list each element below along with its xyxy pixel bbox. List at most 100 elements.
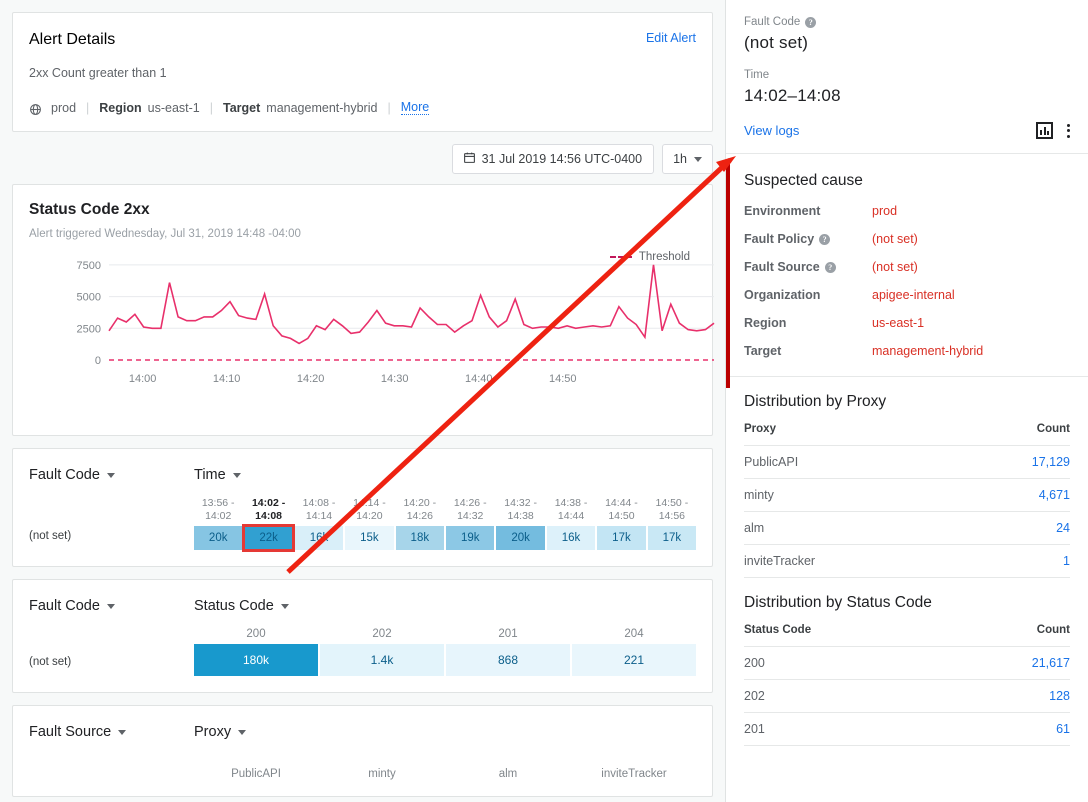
fault-source-proxy-panel: Fault Source Proxy PublicAPImintyalminvi…	[12, 705, 713, 797]
fault-proxy-dimension-selectors: Fault Source Proxy	[29, 724, 696, 740]
heatmap-column-header: 13:56 -14:02	[194, 497, 242, 526]
row-name: 202	[744, 680, 952, 713]
column-header-count: Count	[956, 423, 1070, 446]
heatmap-column-header: 14:44 -14:50	[597, 497, 645, 526]
heatmap-cell[interactable]: 20k	[496, 526, 544, 550]
chevron-down-icon	[694, 157, 702, 162]
suspected-cause-row: Targetmanagement-hybrid	[744, 344, 1070, 358]
heatmap-cell[interactable]: 18k	[396, 526, 444, 550]
date-picker-button[interactable]: 31 Jul 2019 14:56 UTC-0400	[452, 144, 655, 174]
sidebar-summary: Fault Code ? (not set) Time 14:02–14:08 …	[726, 0, 1088, 154]
svg-text:14:50: 14:50	[549, 373, 577, 385]
heatmap-column-header: 14:38 -14:44	[547, 497, 595, 526]
heatmap-grid: 13:56 -14:0214:02 -14:0814:08 -14:1414:1…	[194, 497, 696, 550]
meta-divider-3: |	[387, 101, 390, 115]
row-count[interactable]: 128	[952, 680, 1070, 713]
time-range-select[interactable]: 1h	[662, 144, 713, 174]
dimension-label: Time	[194, 467, 226, 483]
sidebar-icon-buttons	[1036, 122, 1070, 139]
heatmap-column-headers: 13:56 -14:0214:02 -14:0814:08 -14:1414:1…	[194, 497, 696, 526]
heatmap-column-header: alm	[446, 768, 570, 780]
heatmap-column-header: 200	[194, 628, 318, 644]
heatmap-cell[interactable]: 1.4k	[320, 644, 444, 676]
dimension-select-time[interactable]: Time	[194, 467, 241, 483]
dimension-label: Proxy	[194, 724, 231, 740]
chart-title: Status Code 2xx	[29, 201, 696, 219]
time-range-value: 1h	[673, 152, 687, 166]
help-circle-icon[interactable]: ?	[805, 17, 816, 28]
dimension-label: Fault Code	[29, 598, 100, 614]
column-header-status-code: Status Code	[744, 624, 952, 647]
view-logs-link[interactable]: View logs	[744, 123, 799, 138]
heatmap-column-headers: PublicAPImintyalminviteTracker	[194, 768, 696, 780]
main-content: Alert Details Edit Alert 2xx Count great…	[0, 0, 725, 802]
suspected-cause-value: (not set)	[872, 260, 918, 274]
heatmap-cell[interactable]: 16k	[547, 526, 595, 550]
heatmap-cell[interactable]: 16k	[295, 526, 343, 550]
dimension-select-proxy[interactable]: Proxy	[194, 724, 246, 740]
table-row: 202128	[744, 680, 1070, 713]
dimension-select-status-code[interactable]: Status Code	[194, 598, 289, 614]
dimension-select-fault-source[interactable]: Fault Source	[29, 724, 194, 740]
heatmap-column-header: 202	[320, 628, 444, 644]
alert-condition-text: 2xx Count greater than 1	[29, 66, 696, 80]
heatmap-column-header: minty	[320, 768, 444, 780]
heatmap-cell[interactable]: 868	[446, 644, 570, 676]
row-count[interactable]: 1	[956, 545, 1070, 578]
svg-text:2500: 2500	[77, 323, 101, 335]
suspected-cause-row: Organizationapigee-internal	[744, 288, 1070, 302]
heatmap-cell[interactable]: 180k	[194, 644, 318, 676]
heatmap-column-headers: 200202201204	[194, 628, 696, 644]
row-count[interactable]: 17,129	[956, 446, 1070, 479]
heatmap-column-header: 14:26 -14:32	[446, 497, 494, 526]
heatmap-row-label: (not set)	[29, 656, 194, 676]
edit-alert-link[interactable]: Edit Alert	[646, 31, 696, 45]
chevron-down-icon	[233, 473, 241, 478]
suspected-cause-value: (not set)	[872, 232, 918, 246]
chevron-down-icon	[118, 730, 126, 735]
time-value: 14:02–14:08	[744, 86, 1070, 106]
help-circle-icon[interactable]: ?	[819, 234, 830, 245]
heatmap-cell[interactable]: 22k	[244, 526, 292, 550]
fault-code-time-panel: Fault Code Time (not set) 13:56 -14:0214…	[12, 448, 713, 567]
column-header-proxy: Proxy	[744, 423, 956, 446]
svg-text:14:30: 14:30	[381, 373, 409, 385]
distribution-status-title: Distribution by Status Code	[744, 594, 1070, 612]
table-row: alm24	[744, 512, 1070, 545]
more-link[interactable]: More	[401, 100, 429, 115]
fault-time-heatmap: (not set) 13:56 -14:0214:02 -14:0814:08 …	[29, 497, 696, 550]
heatmap-cell[interactable]: 19k	[446, 526, 494, 550]
bar-chart-icon[interactable]	[1036, 122, 1053, 139]
meta-divider-2: |	[210, 101, 213, 115]
suspected-cause-row: Environmentprod	[744, 204, 1070, 218]
suspected-cause-value: us-east-1	[872, 316, 924, 330]
heatmap-cell-row: 180k1.4k868221	[194, 644, 696, 676]
table-row: 20161	[744, 713, 1070, 746]
table-header-row: Proxy Count	[744, 423, 1070, 446]
dimension-select-fault-code-2[interactable]: Fault Code	[29, 598, 194, 614]
help-circle-icon[interactable]: ?	[825, 262, 836, 273]
svg-text:0: 0	[95, 355, 101, 367]
heatmap-cell[interactable]: 221	[572, 644, 696, 676]
heatmap-cell[interactable]: 17k	[597, 526, 645, 550]
row-count[interactable]: 61	[952, 713, 1070, 746]
dimension-select-fault-code[interactable]: Fault Code	[29, 467, 194, 483]
heatmap-cell[interactable]: 15k	[345, 526, 393, 550]
more-vertical-icon[interactable]	[1067, 124, 1070, 138]
distribution-by-proxy-card: Distribution by Proxy Proxy Count Public…	[726, 377, 1088, 578]
heatmap-cell[interactable]: 17k	[648, 526, 696, 550]
row-count[interactable]: 21,617	[952, 647, 1070, 680]
svg-text:14:10: 14:10	[213, 373, 241, 385]
detail-sidebar: Fault Code ? (not set) Time 14:02–14:08 …	[725, 0, 1088, 802]
chevron-down-icon	[281, 604, 289, 609]
region-label: Region	[99, 101, 141, 115]
heatmap-cell[interactable]: 20k	[194, 526, 242, 550]
row-count[interactable]: 4,671	[956, 479, 1070, 512]
chevron-down-icon	[238, 730, 246, 735]
row-count[interactable]: 24	[956, 512, 1070, 545]
row-name: 200	[744, 647, 952, 680]
dimension-label: Fault Source	[29, 724, 111, 740]
status-code-chart-card: Status Code 2xx Alert triggered Wednesda…	[12, 184, 713, 436]
svg-text:7500: 7500	[77, 260, 101, 272]
table-header-row: Status Code Count	[744, 624, 1070, 647]
